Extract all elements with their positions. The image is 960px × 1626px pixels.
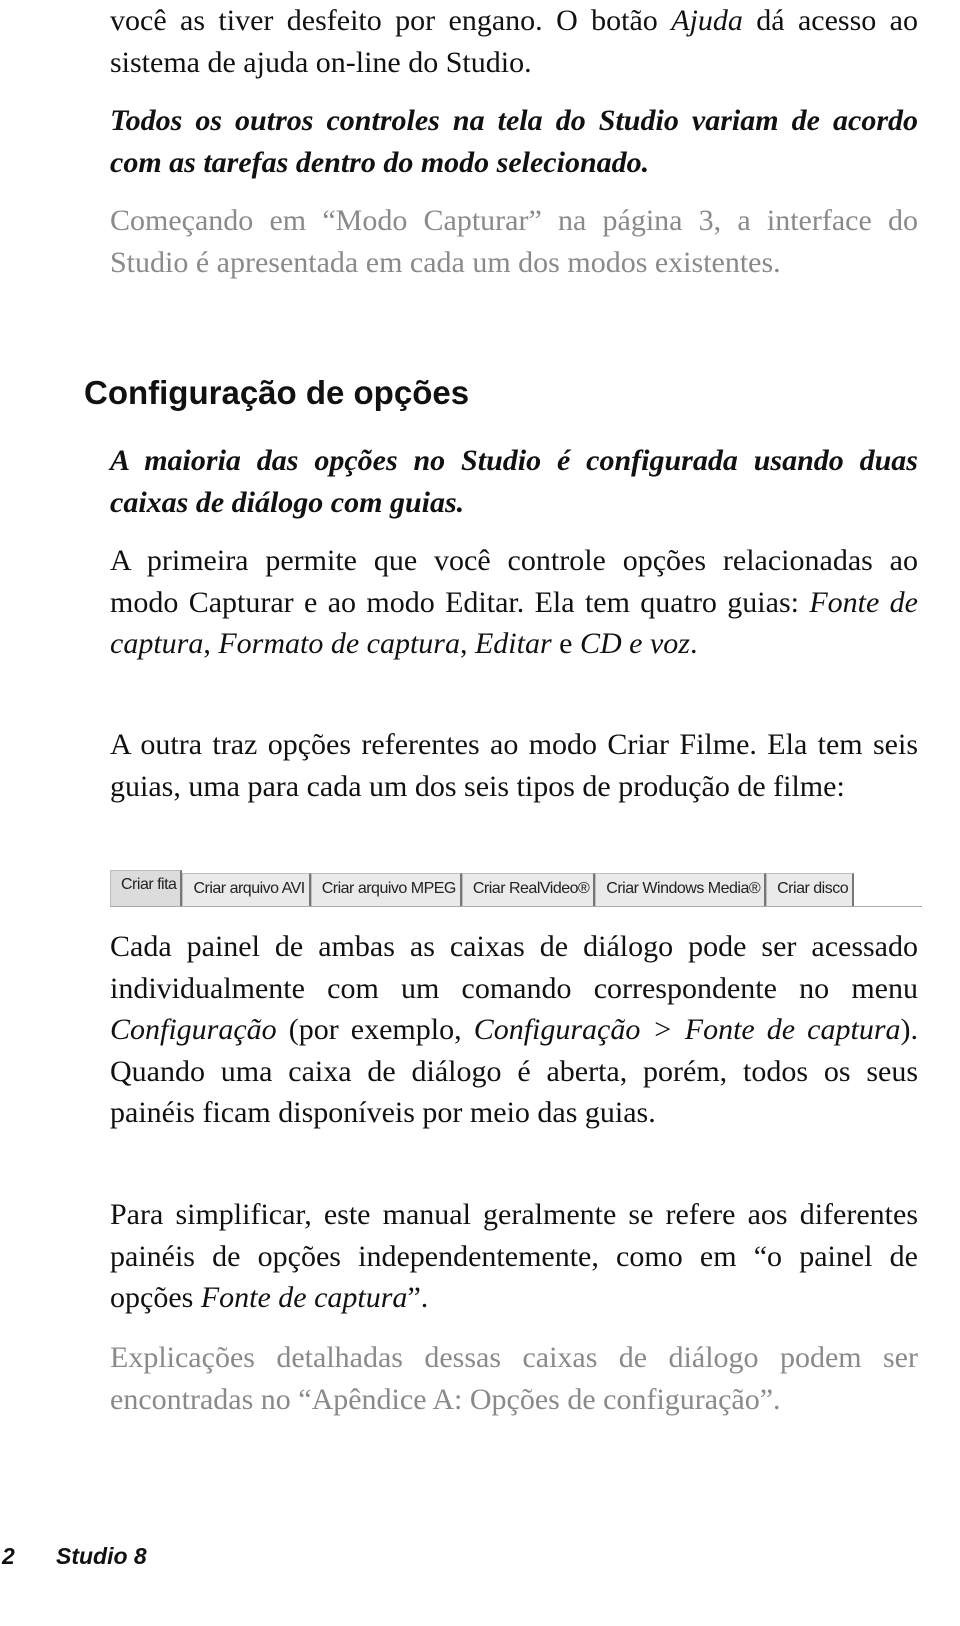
paragraph-panels: Cada painel de ambas as caixas de diálog… xyxy=(110,930,919,1129)
tab-criar-arquivo-avi: Criar arquivo AVI xyxy=(182,873,311,906)
section-heading: Configuração de opções xyxy=(84,374,470,411)
paragraph-intro: você as tiver desfeito por engano. O bot… xyxy=(110,4,918,79)
paragraph-summary: A maioria das opções no Studio é configu… xyxy=(110,444,918,519)
tab-criar-fita: Criar fita xyxy=(110,870,183,906)
paragraph-link-appendix: Explicações detalhadas dessas caixas de … xyxy=(110,1341,918,1416)
tab-criar-realvideo: Criar RealVideo® xyxy=(461,873,596,906)
tab-criar-disco: Criar disco xyxy=(766,873,855,906)
ajuda-term: Ajuda xyxy=(671,4,743,37)
page-number: 2 xyxy=(2,1543,15,1569)
tab-strip-image: Criar fita Criar arquivo AVI Criar arqui… xyxy=(110,870,922,907)
paragraph-first-dialog: A primeira permite que você controle opç… xyxy=(110,544,919,660)
paragraph-controls: Todos os outros controles na tela do Stu… xyxy=(110,104,918,179)
footer-title: Studio 8 xyxy=(56,1543,147,1569)
tab-criar-windows-media: Criar Windows Media® xyxy=(595,873,767,906)
tab-criar-arquivo-mpeg: Criar arquivo MPEG xyxy=(310,873,462,906)
paragraph-second-dialog: A outra traz opções referentes ao modo C… xyxy=(110,728,918,803)
paragraph-link-modo-capturar: Começando em “Modo Capturar” na página 3… xyxy=(110,204,918,279)
paragraph-simplify: Para simplificar, este manual geralmente… xyxy=(110,1198,918,1314)
